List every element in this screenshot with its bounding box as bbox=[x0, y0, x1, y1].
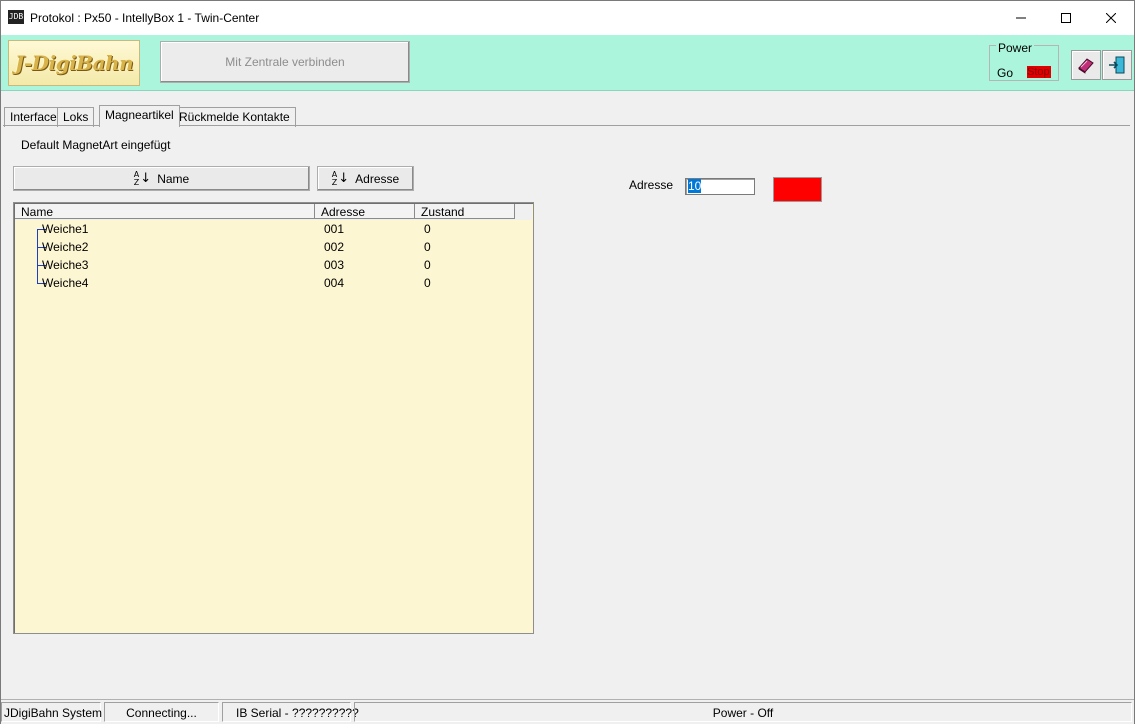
list-item[interactable]: Weiche4 004 0 bbox=[15, 274, 532, 292]
close-icon bbox=[1106, 13, 1116, 23]
column-header-address[interactable]: Adresse bbox=[315, 204, 415, 219]
sort-by-name-button[interactable]: A Z ↓ Name bbox=[13, 166, 310, 191]
help-book-button[interactable] bbox=[1071, 50, 1101, 80]
app-icon: JDB bbox=[8, 10, 24, 24]
power-group: Power Go Stop bbox=[989, 41, 1059, 81]
tab-rueckmelde-kontakte[interactable]: Rückmelde Kontakte bbox=[173, 107, 296, 127]
address-input[interactable]: 10 bbox=[685, 178, 755, 195]
item-name: Weiche2 bbox=[42, 240, 89, 254]
title-bar: JDB Protokol : Px50 - IntellyBox 1 - Twi… bbox=[1, 1, 1134, 35]
status-connection: Connecting... bbox=[104, 702, 219, 722]
address-input-value: 10 bbox=[688, 179, 702, 193]
close-button[interactable] bbox=[1088, 1, 1134, 35]
item-name: Weiche3 bbox=[42, 258, 89, 272]
list-item[interactable]: Weiche2 002 0 bbox=[15, 238, 532, 256]
item-state: 0 bbox=[424, 240, 431, 254]
item-state: 0 bbox=[424, 276, 431, 290]
tab-interface[interactable]: Interface bbox=[4, 107, 63, 127]
item-state: 0 bbox=[424, 258, 431, 272]
tab-loks[interactable]: Loks bbox=[57, 107, 95, 127]
app-window: JDB Protokol : Px50 - IntellyBox 1 - Twi… bbox=[0, 0, 1135, 724]
item-address: 003 bbox=[324, 258, 345, 272]
list-header: Name Adresse Zustand bbox=[15, 204, 532, 220]
state-indicator[interactable] bbox=[773, 177, 822, 202]
status-system: JDigiBahn System bbox=[1, 702, 102, 722]
tab-magneartikel[interactable]: Magneartikel bbox=[99, 105, 180, 127]
item-name: Weiche1 bbox=[42, 222, 89, 236]
item-address: 002 bbox=[324, 240, 345, 254]
status-serial: IB Serial - ?????????? bbox=[222, 702, 359, 722]
exit-door-icon bbox=[1109, 56, 1125, 74]
jdigibahn-logo: J-DigiBahn bbox=[8, 40, 140, 86]
power-go-button[interactable]: Go bbox=[997, 66, 1013, 80]
magnet-article-list[interactable]: Name Adresse Zustand Weiche1 001 0 Weich… bbox=[13, 202, 534, 634]
sort-by-address-button[interactable]: A Z ↓ Adresse bbox=[317, 166, 414, 191]
address-label: Adresse bbox=[629, 178, 674, 192]
minimize-button[interactable] bbox=[998, 1, 1044, 35]
sort-by-name-label: Name bbox=[157, 171, 190, 186]
status-bar: JDigiBahn System Connecting... IB Serial… bbox=[1, 699, 1134, 724]
maximize-icon bbox=[1061, 13, 1071, 23]
window-title: Protokol : Px50 - IntellyBox 1 - Twin-Ce… bbox=[30, 11, 260, 25]
column-header-state[interactable]: Zustand bbox=[415, 204, 515, 219]
list-item[interactable]: Weiche1 001 0 bbox=[15, 220, 532, 238]
item-name: Weiche4 bbox=[42, 276, 89, 290]
list-item[interactable]: Weiche3 003 0 bbox=[15, 256, 532, 274]
connect-button[interactable]: Mit Zentrale verbinden bbox=[160, 41, 410, 83]
exit-button[interactable] bbox=[1102, 50, 1132, 80]
sort-az-icon: A Z ↓ bbox=[331, 169, 350, 187]
minimize-icon bbox=[1016, 17, 1026, 19]
power-legend: Power bbox=[996, 41, 1035, 55]
power-stop-button[interactable]: Stop bbox=[1027, 66, 1051, 78]
book-icon bbox=[1078, 58, 1094, 74]
logo-text: J-DigiBahn bbox=[14, 51, 134, 75]
info-message: Default MagnetArt eingefügt bbox=[21, 138, 171, 152]
toolbar: J-DigiBahn Mit Zentrale verbinden Power … bbox=[1, 35, 1134, 91]
sort-az-icon: A Z ↓ bbox=[133, 169, 152, 187]
column-header-name[interactable]: Name bbox=[15, 204, 315, 219]
item-state: 0 bbox=[424, 222, 431, 236]
sort-by-address-label: Adresse bbox=[355, 171, 400, 186]
item-address: 004 bbox=[324, 276, 345, 290]
maximize-button[interactable] bbox=[1043, 1, 1089, 35]
item-address: 001 bbox=[324, 222, 345, 236]
status-power: Power - Off bbox=[354, 702, 1132, 722]
